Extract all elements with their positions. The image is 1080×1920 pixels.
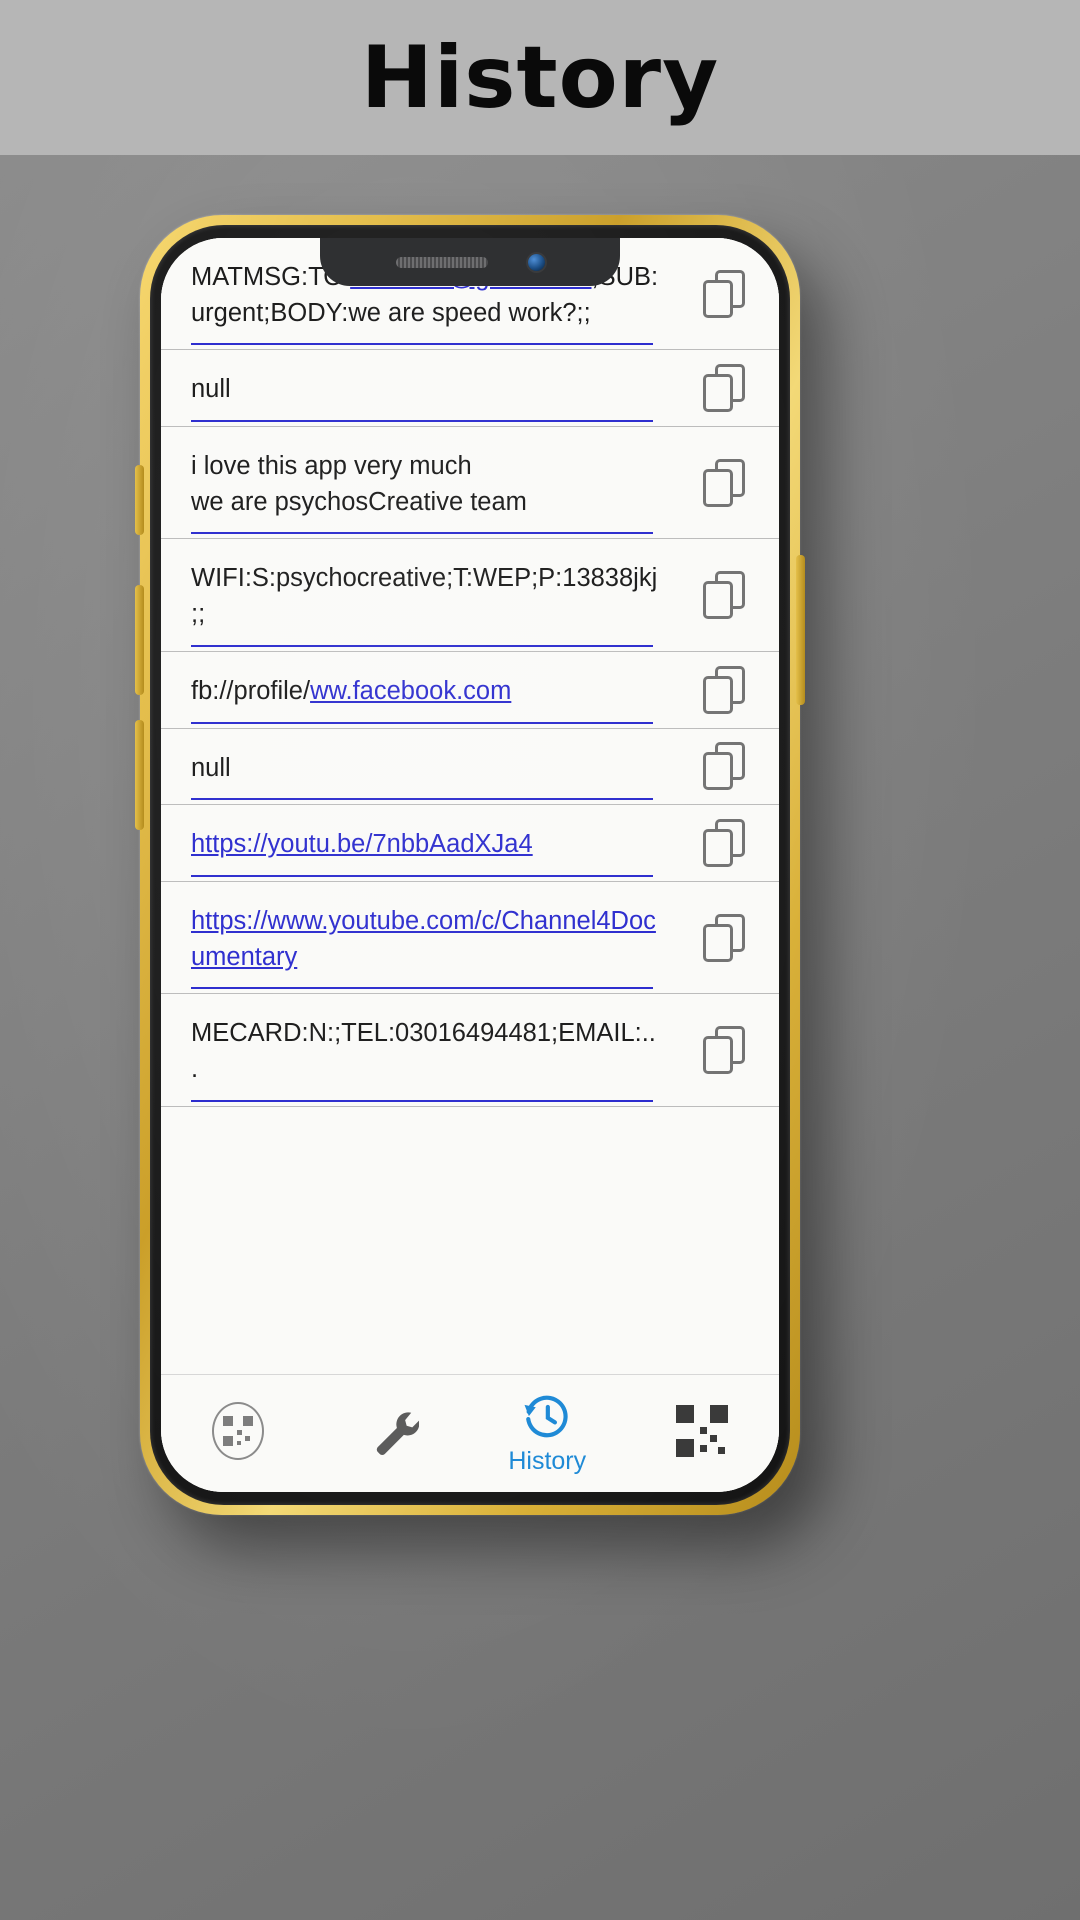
nav-item-history[interactable]: History [470,1375,625,1492]
history-row-content: null [161,729,669,805]
phone-button-power[interactable] [796,555,805,705]
copy-icon [703,1025,745,1074]
history-row-content: MECARD:N:;TEL:03016494481;EMAIL:... [161,994,669,1105]
page-title: History [360,27,720,128]
history-row-text: https://www.youtube.com/c/Channel4Docume… [191,904,659,987]
copy-button[interactable] [669,729,779,805]
copy-button[interactable] [669,427,779,538]
history-row-underline [191,644,653,647]
phone-bezel: MATMSG:TO:1233466@gmail.com;SUB:urgent;B… [150,225,790,1505]
copy-button[interactable] [669,994,779,1105]
copy-icon [703,665,745,714]
history-row-plain-text: WIFI:S:psychocreative;T:WEP;P:13838jkj;; [191,564,658,629]
history-row-plain-text: i love this app very much we are psychos… [191,452,527,516]
history-row[interactable]: null [161,728,779,806]
qr-scan-icon [212,1402,265,1460]
history-row-link[interactable]: ww.facebook.com [310,677,511,705]
history-row[interactable]: MECARD:N:;TEL:03016494481;EMAIL:... [161,994,779,1107]
history-row-underline [191,420,653,423]
phone-button-volume-down[interactable] [135,720,144,830]
history-row-text: i love this app very much we are psychos… [191,449,659,532]
copy-button[interactable] [669,238,779,349]
phone-button-silent[interactable] [135,465,144,535]
history-icon [524,1395,568,1437]
history-row-text: WIFI:S:psychocreative;T:WEP;P:13838jkj;; [191,561,659,644]
history-row[interactable]: null [161,350,779,428]
history-row-underline [191,1099,653,1102]
history-row-text: https://youtu.be/7nbbAadXJa4 [191,827,659,875]
history-row[interactable]: i love this app very much we are psychos… [161,427,779,540]
history-row-plain-text: MECARD:N:;TEL:03016494481;EMAIL:... [191,1019,656,1083]
front-camera-icon [527,253,545,271]
history-row-content: https://www.youtube.com/c/Channel4Docume… [161,882,669,993]
earpiece-speaker-icon [395,256,488,268]
history-row-plain-text: null [191,375,231,404]
copy-icon [703,913,745,962]
qr-scan-icon-pattern [223,1416,254,1446]
history-row-text: null [191,751,659,799]
phone-notch [320,238,620,286]
phone-screen: MATMSG:TO:1233466@gmail.com;SUB:urgent;B… [161,238,779,1492]
history-row-underline [191,874,653,877]
history-row-content: i love this app very much we are psychos… [161,427,669,538]
history-row-content: fb://profile/ww.facebook.com [161,652,669,728]
history-row-underline [191,532,653,535]
history-row[interactable]: WIFI:S:psychocreative;T:WEP;P:13838jkj;; [161,539,779,652]
history-row-text: null [191,372,659,420]
phone-device: MATMSG:TO:1233466@gmail.com;SUB:urgent;B… [135,215,805,1515]
history-row[interactable]: fb://profile/ww.facebook.com [161,651,779,729]
history-row-underline [191,721,653,724]
copy-button[interactable] [669,882,779,993]
copy-icon [703,571,745,620]
page-banner: History [0,0,1080,155]
copy-icon [703,819,745,868]
copy-icon [703,742,745,791]
history-row-plain-text: null [191,753,231,782]
nav-item-generate[interactable] [625,1375,780,1492]
copy-icon [703,364,745,413]
wrench-icon [376,1412,419,1456]
qr-code-icon [675,1405,728,1457]
history-row-underline [191,343,653,346]
history-row-underline [191,798,653,801]
history-row-content: null [161,350,669,426]
copy-icon [703,458,745,507]
bottom-navigation-bar[interactable]: History [161,1374,779,1492]
history-list[interactable]: MATMSG:TO:1233466@gmail.com;SUB:urgent;B… [161,238,779,1492]
copy-button[interactable] [669,539,779,650]
history-row-content: WIFI:S:psychocreative;T:WEP;P:13838jkj;; [161,539,669,650]
phone-button-volume-up[interactable] [135,585,144,695]
copy-button[interactable] [669,805,779,881]
nav-item-history-label: History [508,1446,587,1475]
history-row-plain-text: fb://profile/ [191,676,311,705]
copy-button[interactable] [669,350,779,426]
history-row-link[interactable]: https://youtu.be/7nbbAadXJa4 [191,830,533,858]
copy-icon [703,269,745,318]
copy-button[interactable] [669,652,779,728]
history-row[interactable]: https://www.youtube.com/c/Channel4Docume… [161,881,779,995]
history-row-content: https://youtu.be/7nbbAadXJa4 [161,805,669,881]
nav-item-tools[interactable] [316,1375,471,1492]
history-row-link[interactable]: https://www.youtube.com/c/Channel4Docume… [191,907,656,971]
history-row-text: MECARD:N:;TEL:03016494481;EMAIL:... [191,1016,659,1099]
phone-stage: MATMSG:TO:1233466@gmail.com;SUB:urgent;B… [0,155,1080,1920]
nav-item-scan[interactable] [161,1375,316,1492]
history-row-text: fb://profile/ww.facebook.com [191,674,659,722]
history-row-underline [191,987,653,990]
history-row[interactable]: https://youtu.be/7nbbAadXJa4 [161,805,779,882]
